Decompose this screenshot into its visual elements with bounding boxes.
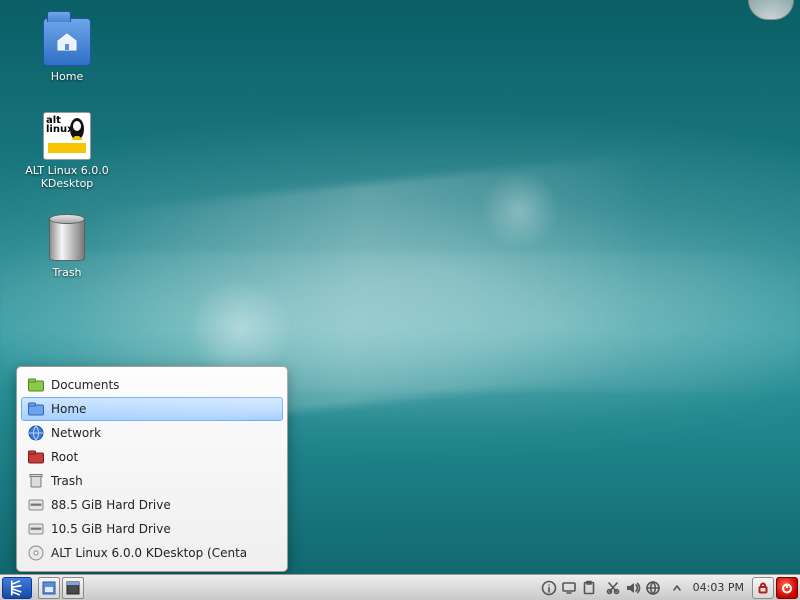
places-item-label: 10.5 GiB Hard Drive	[51, 522, 171, 536]
tray-expand-arrow-icon[interactable]	[667, 578, 687, 598]
places-item[interactable]: Network	[21, 421, 283, 445]
desktop-icon-label: Home	[22, 70, 112, 83]
desktop-icon-trash[interactable]: Trash	[22, 214, 112, 279]
tray-scissors-icon[interactable]	[603, 578, 623, 598]
places-item-label: Documents	[51, 378, 119, 392]
taskbar-clock[interactable]: 04:03 PM	[687, 581, 750, 594]
hard-drive-icon	[27, 520, 45, 538]
places-item-label: Root	[51, 450, 78, 464]
places-item[interactable]: Home	[21, 397, 283, 421]
tray-display-icon[interactable]	[559, 578, 579, 598]
altlinux-logo-icon: altlinux	[43, 112, 91, 160]
root-folder-icon	[27, 448, 45, 466]
tray-clipboard-icon[interactable]	[579, 578, 599, 598]
home-folder-icon	[43, 18, 91, 66]
trash-icon	[43, 214, 91, 262]
kmenu-button[interactable]	[2, 577, 32, 599]
places-popup: Documents Home Network Root Trash 88.5 GiB Ha…	[16, 366, 288, 572]
tray-info-icon[interactable]	[539, 578, 559, 598]
places-item[interactable]: 88.5 GiB Hard Drive	[21, 493, 283, 517]
tray-volume-icon[interactable]	[623, 578, 643, 598]
network-icon	[27, 424, 45, 442]
hard-drive-icon	[27, 496, 45, 514]
desktop-icon-home[interactable]: Home	[22, 18, 112, 83]
home-folder-icon	[27, 400, 45, 418]
places-item-label: ALT Linux 6.0.0 KDesktop (Centa	[51, 546, 247, 560]
places-item[interactable]: Trash	[21, 469, 283, 493]
documents-folder-icon	[27, 376, 45, 394]
places-item-label: 88.5 GiB Hard Drive	[51, 498, 171, 512]
shutdown-button[interactable]	[776, 577, 798, 599]
show-desktop-button[interactable]	[38, 577, 60, 599]
taskbar: 04:03 PM	[0, 574, 800, 600]
places-item-label: Trash	[51, 474, 83, 488]
places-item[interactable]: Documents	[21, 373, 283, 397]
desktop-icon-altlinux[interactable]: altlinux ALT Linux 6.0.0 KDesktop	[22, 112, 112, 190]
places-item-label: Network	[51, 426, 101, 440]
trash-icon	[27, 472, 45, 490]
places-item-label: Home	[51, 402, 86, 416]
desktop-icon-label: ALT Linux 6.0.0 KDesktop	[22, 164, 112, 190]
activity-manager-button[interactable]	[62, 577, 84, 599]
optical-disc-icon	[27, 544, 45, 562]
places-item[interactable]: Root	[21, 445, 283, 469]
places-item[interactable]: ALT Linux 6.0.0 KDesktop (Centa	[21, 541, 283, 565]
tray-network-icon[interactable]	[643, 578, 663, 598]
lock-screen-button[interactable]	[752, 577, 774, 599]
desktop-icon-label: Trash	[22, 266, 112, 279]
places-item[interactable]: 10.5 GiB Hard Drive	[21, 517, 283, 541]
